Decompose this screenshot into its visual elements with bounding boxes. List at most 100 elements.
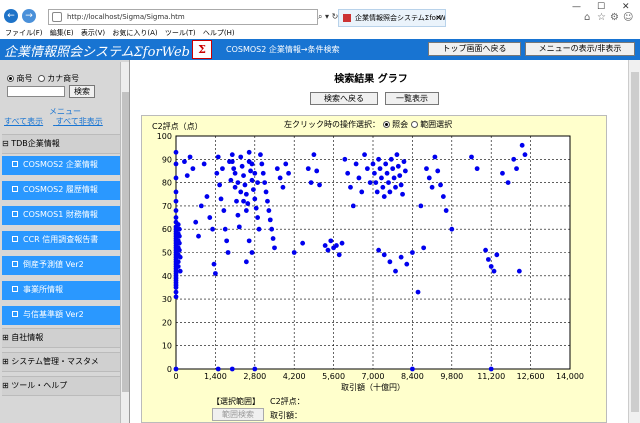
range-search-button[interactable]: 範囲検索: [212, 408, 264, 421]
data-point: [353, 161, 359, 167]
mode-inquiry-radio[interactable]: [382, 121, 390, 128]
data-point: [260, 170, 266, 176]
main-scrollbar[interactable]: [628, 60, 640, 423]
browser-tab[interactable]: 企業情報照会システムΣforWeb ×: [338, 9, 446, 27]
data-point: [432, 154, 438, 160]
menu-file[interactable]: ファイル(F): [5, 29, 43, 37]
data-point: [519, 142, 525, 148]
data-point: [214, 170, 220, 176]
data-point: [215, 154, 221, 160]
data-point: [253, 205, 259, 211]
data-point: [204, 194, 210, 199]
smile-icon[interactable]: ☺: [623, 12, 633, 23]
gear-icon[interactable]: ⚙: [610, 12, 619, 23]
data-point: [356, 175, 362, 181]
forward-button[interactable]: →: [22, 9, 36, 23]
sidebar-item[interactable]: ⊞ システム管理・マスタメ: [2, 352, 120, 372]
toggle-menu-button[interactable]: メニューの表示/非表示: [525, 42, 635, 56]
menu-view[interactable]: 表示(V): [81, 29, 105, 37]
data-point: [175, 259, 181, 265]
expand-icon[interactable]: ⊟: [2, 139, 11, 148]
data-point: [379, 175, 384, 181]
sidebar-scroll-thumb[interactable]: [122, 92, 129, 392]
sidebar-item[interactable]: COSMOS2 履歴情報: [2, 181, 120, 201]
data-point: [387, 259, 393, 265]
selection-c2-label: C2評点：: [270, 397, 305, 406]
sidebar-item[interactable]: CCR 信用調査報告書: [2, 231, 120, 251]
x-tick-label: 5,600: [322, 372, 345, 381]
menu-edit[interactable]: 編集(E): [50, 29, 74, 37]
sidebar-item[interactable]: ⊟ TDB企業情報: [2, 134, 120, 154]
data-point: [255, 215, 261, 220]
star-icon[interactable]: ☆: [597, 12, 606, 23]
sidebar-item[interactable]: ⊞ ツール・ヘルプ: [2, 376, 120, 396]
data-point: [377, 166, 383, 172]
data-point: [424, 166, 429, 172]
back-to-search-button[interactable]: 検索へ戻る: [310, 92, 378, 105]
sidebar-item[interactable]: COSMOS1 財務情報: [2, 206, 120, 226]
search-button[interactable]: 検索: [69, 85, 95, 98]
sidebar-item[interactable]: 倒産予測値 Ver2: [2, 256, 120, 276]
address-tools[interactable]: ⌕ ▾ ↻: [318, 9, 338, 25]
back-button[interactable]: ←: [4, 9, 18, 23]
data-point: [269, 226, 275, 232]
menu-tools[interactable]: ツール(T): [165, 29, 196, 37]
data-point: [225, 250, 231, 255]
data-point: [397, 173, 403, 179]
company-search-input[interactable]: [7, 86, 65, 97]
radio-kana-name[interactable]: [37, 75, 45, 82]
home-icon[interactable]: ⌂: [584, 12, 590, 23]
data-point: [383, 161, 389, 167]
data-point: [236, 224, 242, 230]
sidebar-item[interactable]: ⊞ 自社情報: [2, 328, 120, 348]
data-point: [248, 168, 253, 174]
data-point: [173, 366, 179, 372]
expand-icon[interactable]: ⊞: [2, 357, 11, 366]
data-point: [173, 208, 179, 213]
back-to-top-button[interactable]: トップ画面へ戻る: [428, 42, 521, 56]
expand-icon[interactable]: ⊞: [2, 333, 11, 342]
data-point: [488, 366, 494, 372]
data-point: [243, 259, 249, 265]
x-tick-label: 4,200: [283, 372, 306, 381]
radio-company-name[interactable]: [7, 75, 14, 82]
sidebar-item-label: 自社情報: [11, 333, 44, 342]
close-window-icon[interactable]: ✕: [622, 2, 630, 12]
data-point: [491, 268, 497, 274]
data-point: [286, 170, 291, 176]
maximize-icon[interactable]: ☐: [597, 2, 605, 12]
data-point: [438, 182, 443, 188]
data-point: [238, 189, 244, 195]
data-point: [229, 152, 235, 158]
data-point: [393, 268, 398, 274]
minimize-icon[interactable]: —: [572, 2, 581, 12]
sidebar-item-label: CCR 信用調査報告書: [23, 235, 99, 244]
main-scroll-thumb[interactable]: [631, 72, 639, 412]
data-point: [215, 366, 221, 372]
sidebar-scrollbar[interactable]: [120, 62, 129, 423]
data-point: [266, 208, 272, 213]
data-point: [314, 168, 320, 174]
expand-icon[interactable]: ⊞: [2, 381, 11, 390]
bullet-icon: [12, 211, 18, 217]
data-point: [415, 289, 421, 295]
sidebar-item[interactable]: COSMOS2 企業情報: [2, 156, 120, 176]
menu-favorites[interactable]: お気に入り(A): [112, 29, 157, 37]
list-view-button[interactable]: 一覧表示: [385, 92, 439, 105]
tab-close-icon[interactable]: ×: [435, 10, 442, 26]
bullet-icon: [12, 286, 18, 292]
data-point: [272, 245, 277, 251]
show-all-link[interactable]: すべて表示: [4, 117, 43, 126]
sidebar-item[interactable]: 与信基準額 Ver2: [2, 306, 120, 326]
data-point: [522, 152, 528, 158]
x-tick-label: 2,800: [243, 372, 266, 381]
scatter-chart[interactable]: 0 10 20 30 40 50 60 70 80 90 100 0 1,400 2,800 4,200 5,…: [141, 115, 607, 423]
data-point: [217, 182, 223, 188]
app-header: 企業情報照会システムΣforWeb Σ COSMOS2 企業情報→条件検索 トッ…: [0, 39, 640, 60]
data-point: [440, 194, 446, 199]
hide-all-link[interactable]: すべて非表示: [56, 117, 103, 126]
sidebar-item[interactable]: 事業所情報: [2, 281, 120, 301]
menu-help[interactable]: ヘルプ(H): [203, 29, 235, 37]
mode-range-radio[interactable]: [410, 121, 418, 128]
address-bar[interactable]: http://localhost/Sigma/Sigma.htm: [48, 9, 318, 25]
